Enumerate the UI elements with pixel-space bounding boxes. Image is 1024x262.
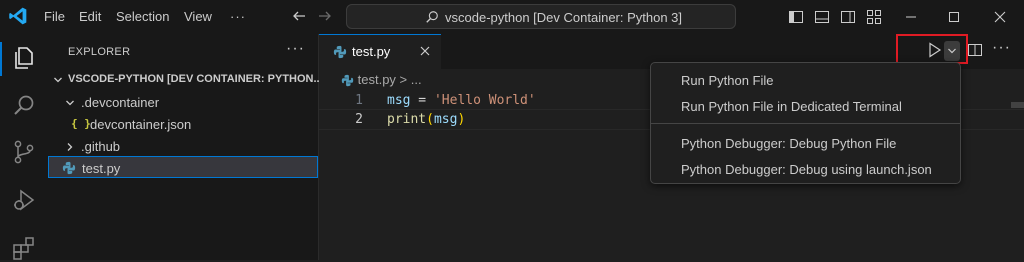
toggle-panel-icon[interactable] xyxy=(814,9,830,25)
breadcrumb-file[interactable]: test.py xyxy=(358,72,396,87)
json-file-icon: { } xyxy=(71,117,91,130)
run-debug-icon[interactable] xyxy=(10,186,38,214)
token-string: 'Hello World' xyxy=(433,93,536,108)
run-dropdown-menu: Run Python File Run Python File in Dedic… xyxy=(650,62,961,184)
token-operator: = xyxy=(410,93,434,108)
token-paren: ) xyxy=(457,112,466,127)
menu-overflow[interactable]: ··· xyxy=(230,9,246,24)
close-window-icon[interactable] xyxy=(992,9,1008,25)
chevron-down-icon xyxy=(52,74,64,86)
breadcrumb-separator: > xyxy=(399,72,408,87)
close-tab-icon[interactable] xyxy=(417,43,433,59)
run-python-file-icon[interactable] xyxy=(927,41,943,59)
editor-more-actions[interactable]: ··· xyxy=(992,39,1011,57)
token-variable: msg xyxy=(387,93,411,108)
menu-view[interactable]: View xyxy=(184,9,212,24)
menu-item-debug-python-file[interactable]: Python Debugger: Debug Python File xyxy=(681,136,896,151)
search-icon[interactable] xyxy=(10,92,38,120)
python-file-icon xyxy=(62,161,76,175)
toggle-secondary-sidebar-icon[interactable] xyxy=(840,9,856,25)
breadcrumb[interactable]: test.py > ... xyxy=(341,72,422,90)
token-paren: ( xyxy=(426,112,434,127)
chevron-down-icon xyxy=(64,97,76,109)
file-test-py[interactable]: test.py xyxy=(48,156,318,178)
file-devcontainer-json[interactable]: { } devcontainer.json xyxy=(48,113,318,135)
vscode-logo-icon xyxy=(8,6,28,26)
active-view-indicator xyxy=(0,42,2,76)
back-arrow-icon[interactable] xyxy=(291,8,307,24)
folder-github-label: .github xyxy=(81,139,121,154)
menu-item-debug-using-launch-json[interactable]: Python Debugger: Debug using launch.json xyxy=(681,162,932,177)
title-bar: File Edit Selection View ··· vscode-pyth… xyxy=(0,0,1024,34)
split-editor-icon[interactable] xyxy=(967,42,983,58)
vertical-scrollbar[interactable] xyxy=(1011,102,1024,108)
customize-layout-icon[interactable] xyxy=(866,9,882,25)
python-file-icon xyxy=(341,74,354,87)
minimize-icon[interactable] xyxy=(903,9,919,25)
explorer-title: EXPLORER xyxy=(68,46,131,58)
python-file-icon xyxy=(333,45,347,59)
explorer-more-actions[interactable]: ··· xyxy=(286,40,305,58)
token-variable: msg xyxy=(433,112,458,127)
explorer-icon[interactable] xyxy=(10,44,38,72)
folder-devcontainer-label: .devcontainer xyxy=(81,95,160,110)
explorer-sidebar: EXPLORER ··· VSCODE-PYTHON [DEV CONTAINE… xyxy=(48,34,323,260)
maximize-icon[interactable] xyxy=(946,9,962,25)
menu-separator xyxy=(651,123,960,124)
menu-edit[interactable]: Edit xyxy=(79,9,101,24)
command-center[interactable]: vscode-python [Dev Container: Python 3] xyxy=(346,4,736,29)
menu-selection[interactable]: Selection xyxy=(116,9,169,24)
forward-arrow-icon[interactable] xyxy=(317,8,333,24)
tab-test-py[interactable]: test.py xyxy=(319,34,441,69)
tab-label: test.py xyxy=(352,44,391,59)
breadcrumb-rest[interactable]: ... xyxy=(411,72,422,87)
code-text: msg = 'Hello World' xyxy=(387,93,536,108)
token-function: print xyxy=(387,112,427,127)
search-icon xyxy=(425,10,439,24)
line-number: 1 xyxy=(355,93,363,108)
workspace-root-label: VSCODE-PYTHON [DEV CONTAINER: PYTHON... xyxy=(68,73,323,85)
command-center-text: vscode-python [Dev Container: Python 3] xyxy=(445,10,683,25)
file-test-py-label: test.py xyxy=(82,161,121,176)
menu-item-run-python-file[interactable]: Run Python File xyxy=(681,73,774,88)
file-devcontainer-json-label: devcontainer.json xyxy=(90,117,192,132)
line-number: 2 xyxy=(355,112,363,127)
run-dropdown-button[interactable] xyxy=(944,41,960,61)
run-dropdown-chevron-icon xyxy=(948,48,956,54)
activity-bar xyxy=(0,34,48,260)
chevron-right-icon xyxy=(64,141,76,153)
menu-file[interactable]: File xyxy=(44,9,65,24)
toggle-primary-sidebar-icon[interactable] xyxy=(788,9,804,25)
extensions-icon[interactable] xyxy=(10,234,38,262)
code-text: print(msg) xyxy=(387,112,465,127)
folder-devcontainer[interactable]: .devcontainer xyxy=(48,91,318,113)
menu-item-run-in-dedicated-terminal[interactable]: Run Python File in Dedicated Terminal xyxy=(681,99,902,114)
workspace-root-folder[interactable]: VSCODE-PYTHON [DEV CONTAINER: PYTHON... xyxy=(48,68,323,90)
source-control-icon[interactable] xyxy=(10,138,38,166)
folder-github[interactable]: .github xyxy=(48,135,318,157)
